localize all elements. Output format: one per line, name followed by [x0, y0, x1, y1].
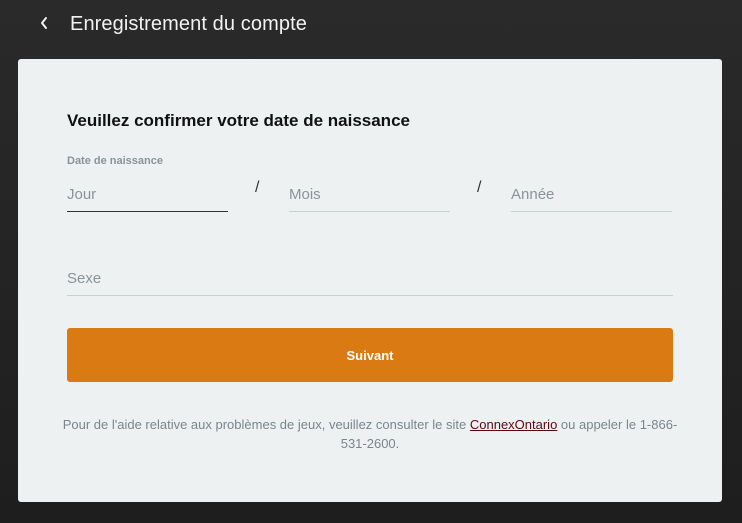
sex-input[interactable] — [67, 262, 673, 295]
connexontario-link[interactable]: ConnexOntario — [470, 417, 557, 432]
day-field — [67, 178, 228, 212]
next-button[interactable]: Suivant — [67, 328, 673, 382]
help-text: Pour de l'aide relative aux problèmes de… — [58, 415, 682, 453]
date-separator: / — [255, 179, 260, 196]
dob-label: Date de naissance — [67, 155, 163, 167]
month-input[interactable] — [289, 178, 450, 211]
page-title: Enregistrement du compte — [70, 13, 307, 35]
day-input[interactable] — [67, 178, 228, 211]
app-header: Enregistrement du compte — [0, 0, 742, 52]
form-title: Veuillez confirmer votre date de naissan… — [67, 111, 410, 130]
sex-field — [67, 262, 673, 296]
back-button[interactable] — [34, 12, 54, 34]
date-separator: / — [477, 179, 482, 196]
month-field — [289, 178, 450, 212]
year-field — [511, 178, 672, 212]
help-text-before: Pour de l'aide relative aux problèmes de… — [62, 417, 470, 432]
chevron-left-icon — [41, 17, 47, 29]
year-input[interactable] — [511, 178, 672, 211]
registration-card: Veuillez confirmer votre date de naissan… — [18, 59, 722, 502]
